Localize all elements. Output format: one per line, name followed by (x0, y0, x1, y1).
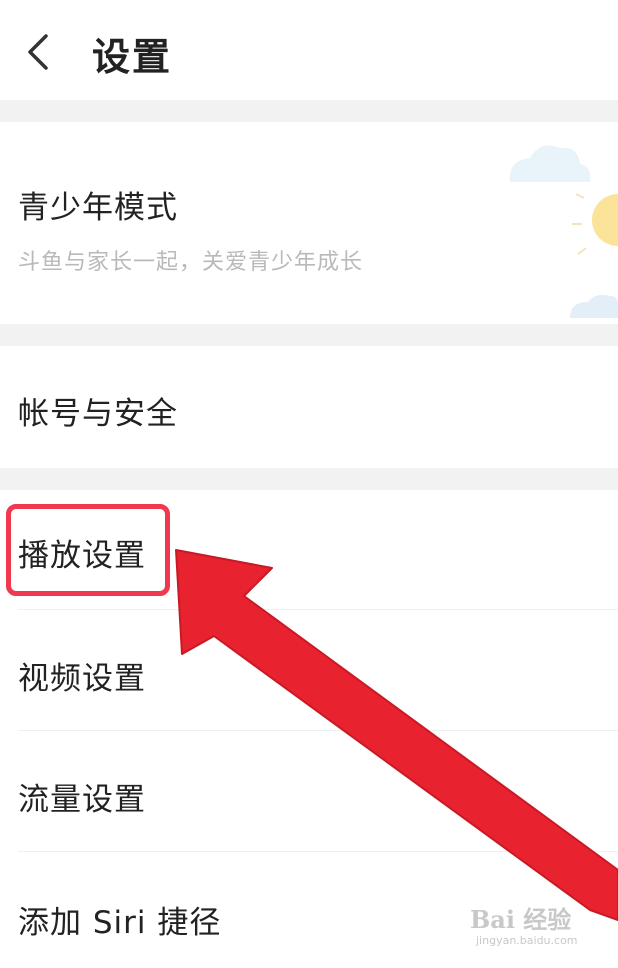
divider (18, 851, 618, 852)
chevron-left-icon (28, 34, 48, 70)
divider (18, 730, 618, 731)
traffic-settings-item[interactable]: 流量设置 (0, 732, 618, 852)
section-separator (0, 324, 618, 346)
watermark-url: jingyan.baidu.com (476, 934, 578, 947)
header-bar: 设置 (0, 0, 618, 100)
section-separator (0, 468, 618, 490)
section-separator (0, 100, 618, 122)
account-security-item[interactable]: 帐号与安全 (0, 346, 618, 468)
video-settings-label: 视频设置 (18, 661, 146, 697)
highlight-box (6, 504, 170, 596)
baidu-watermark: Bai 经验 jingyan.baidu.com (470, 900, 578, 947)
back-button[interactable] (22, 30, 56, 74)
cloud-sun-icon (509, 145, 618, 318)
youth-mode-subtitle: 斗鱼与家长一起，关爱青少年成长 (18, 250, 364, 275)
traffic-settings-label: 流量设置 (18, 782, 146, 818)
youth-mode-item[interactable]: 青少年模式 斗鱼与家长一起，关爱青少年成长 (0, 122, 618, 324)
page-title: 设置 (92, 35, 173, 79)
watermark-logo: Bai 经验 (470, 905, 572, 934)
divider (18, 609, 618, 610)
video-settings-item[interactable]: 视频设置 (0, 611, 618, 731)
add-siri-shortcut-label: 添加 Siri 捷径 (18, 905, 222, 941)
account-security-label: 帐号与安全 (18, 396, 178, 432)
youth-mode-title: 青少年模式 (18, 190, 178, 226)
